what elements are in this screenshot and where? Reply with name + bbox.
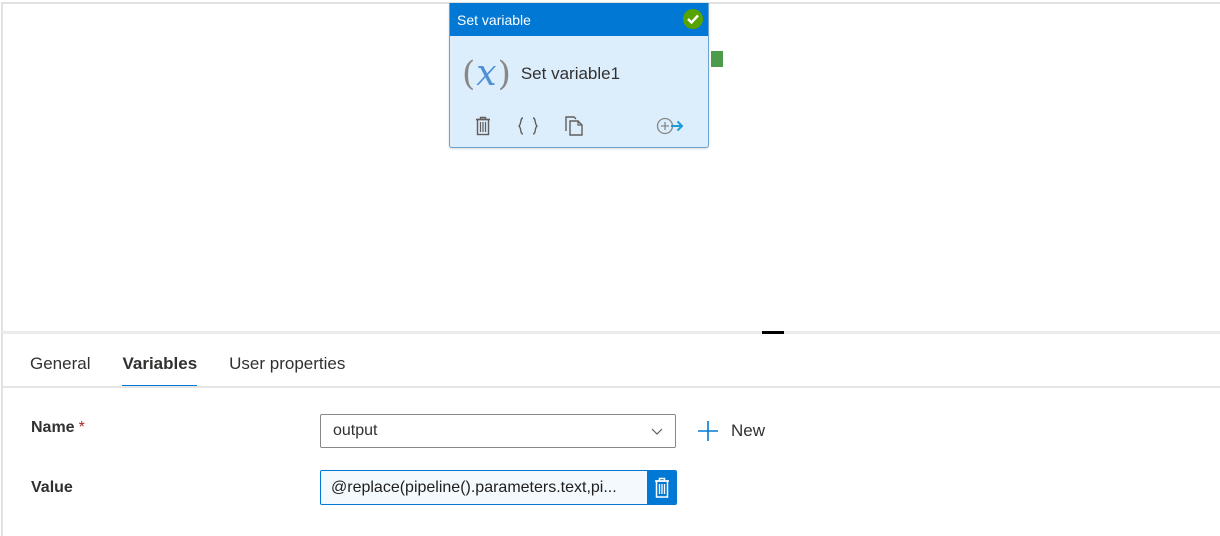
splitter-drag-handle[interactable] (762, 331, 784, 334)
trash-icon (654, 477, 669, 498)
canvas-left-border (1, 2, 3, 536)
plus-icon (697, 420, 719, 442)
new-variable-label: New (731, 421, 766, 440)
panel-splitter (2, 331, 1220, 334)
add-output-button[interactable] (655, 111, 685, 141)
add-output-arrow-icon (656, 117, 684, 135)
tab-general[interactable]: General (30, 348, 90, 388)
variable-x-icon: (x) (462, 53, 511, 94)
variable-value-input[interactable]: @replace(pipeline().parameters.text,pi..… (320, 470, 677, 505)
chevron-down-icon (651, 428, 663, 435)
value-label: Value (31, 479, 73, 496)
success-output-port[interactable] (711, 51, 723, 67)
activity-name: Set variable1 (520, 63, 621, 83)
clear-value-button[interactable] (647, 471, 676, 504)
name-label-text: Name (31, 419, 75, 436)
success-check-icon (683, 9, 703, 29)
view-code-button[interactable] (517, 111, 539, 141)
delete-activity-button[interactable] (472, 111, 494, 141)
properties-tabs: General Variables User properties (30, 348, 377, 388)
tab-user-properties[interactable]: User properties (229, 348, 345, 388)
trash-icon (476, 116, 490, 136)
braces-icon (517, 117, 539, 135)
activity-node-set-variable[interactable]: Set variable (x) Set variable1 (449, 3, 709, 148)
tab-variables[interactable]: Variables (122, 348, 197, 388)
tabs-divider (2, 386, 1220, 388)
copy-icon (565, 116, 583, 136)
variable-name-dropdown[interactable]: output (320, 414, 676, 448)
clone-activity-button[interactable] (563, 111, 585, 141)
variable-name-selected: output (333, 422, 378, 439)
activity-type-label: Set variable (457, 11, 531, 28)
activity-header: Set variable (450, 3, 708, 36)
variable-value-text: @replace(pipeline().parameters.text,pi..… (331, 478, 617, 496)
activity-actions (450, 111, 708, 141)
name-label: Name * (31, 419, 85, 437)
activity-body: (x) Set variable1 (450, 36, 708, 111)
required-marker: * (78, 419, 85, 436)
new-variable-button[interactable]: New (697, 417, 765, 445)
